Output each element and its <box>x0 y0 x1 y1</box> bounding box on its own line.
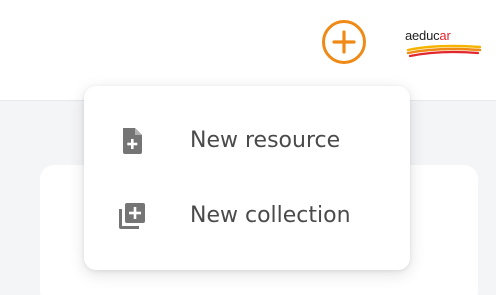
menu-item-new-collection[interactable]: New collection <box>84 186 410 246</box>
file-plus-icon <box>123 128 142 154</box>
menu-item-label: New collection <box>190 203 351 228</box>
plus-icon <box>332 30 356 54</box>
library-add-icon <box>119 203 145 229</box>
brand-swoosh-icon <box>406 44 482 58</box>
brand-wordmark-main: aeduc <box>405 28 440 43</box>
brand-wordmark-accent: ar <box>439 28 451 43</box>
create-dropdown-menu: New resource New collection <box>84 86 410 270</box>
menu-item-new-resource[interactable]: New resource <box>84 111 410 171</box>
app-page: aeducar New resource New collection <box>0 0 496 295</box>
menu-item-label: New resource <box>190 128 341 153</box>
brand-logo[interactable]: aeducar <box>405 28 483 64</box>
create-button[interactable] <box>322 20 366 64</box>
